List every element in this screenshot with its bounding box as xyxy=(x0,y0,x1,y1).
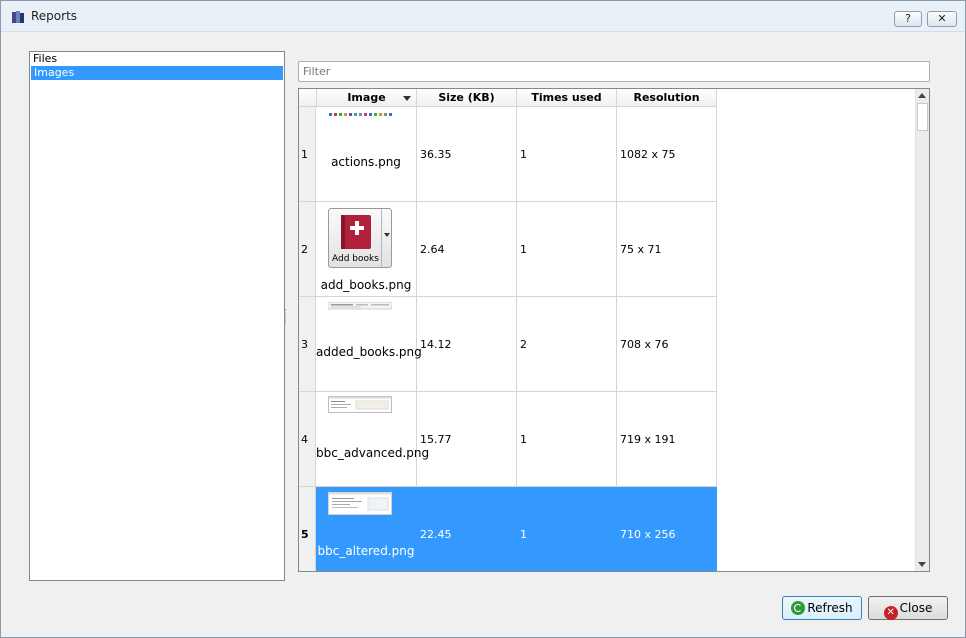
size-cell[interactable]: 22.45 xyxy=(417,487,517,571)
scroll-up-arrow-icon[interactable] xyxy=(918,93,926,98)
report-type-list[interactable]: Files Images xyxy=(29,51,285,581)
row-number[interactable]: 1 xyxy=(299,107,316,202)
resolution-cell[interactable]: 708 x 76 xyxy=(617,297,717,392)
calibre-app-icon xyxy=(12,11,24,23)
close-button-label: Close xyxy=(899,601,933,615)
resolution-cell[interactable]: 719 x 191 xyxy=(617,392,717,487)
times-used-cell[interactable]: 1 xyxy=(517,487,617,571)
image-filename: bbc_advanced.png xyxy=(316,446,430,460)
row-number[interactable]: 3 xyxy=(299,297,316,392)
thumbnail-label: Add books xyxy=(332,254,379,264)
bbc-altered-thumbnail xyxy=(328,492,392,515)
refresh-icon xyxy=(791,601,806,615)
column-header-image[interactable]: Image xyxy=(317,89,417,107)
book-add-icon xyxy=(341,215,371,249)
size-cell[interactable]: 15.77 xyxy=(417,392,517,487)
close-icon: ✕ xyxy=(883,606,898,620)
filter-input[interactable] xyxy=(298,61,930,82)
table-row[interactable]: 2 Add books add_books.png 2.64 1 75 x 71 xyxy=(299,202,717,297)
image-filename: actions.png xyxy=(331,155,401,169)
title-bar: Reports ? ✕ xyxy=(1,1,965,32)
image-cell[interactable]: added_books.png xyxy=(316,297,422,392)
row-number[interactable]: 2 xyxy=(299,202,316,297)
close-button[interactable]: ✕ Close xyxy=(868,596,948,620)
times-used-cell[interactable]: 1 xyxy=(517,392,617,487)
image-filename: bbc_altered.png xyxy=(317,544,415,558)
table-row[interactable]: 4 bbc_advanced.png 15.77 1 719 x 191 xyxy=(299,392,717,487)
scroll-down-arrow-icon[interactable] xyxy=(918,562,926,567)
chevron-down-icon xyxy=(384,233,390,237)
list-item-images[interactable]: Images xyxy=(31,66,283,80)
corner-header[interactable] xyxy=(299,89,317,107)
column-header-resolution[interactable]: Resolution xyxy=(617,89,717,107)
table-row[interactable]: 1 actions.png 36.35 1 1082 x 75 xyxy=(299,107,717,202)
image-cell[interactable]: actions.png xyxy=(316,107,417,202)
image-filename: added_books.png xyxy=(316,345,422,359)
bbc-advanced-thumbnail xyxy=(328,396,392,413)
image-filename: add_books.png xyxy=(320,278,412,292)
scrollbar-thumb[interactable] xyxy=(917,103,928,131)
table-vertical-scrollbar[interactable] xyxy=(915,89,929,571)
resolution-cell[interactable]: 1082 x 75 xyxy=(617,107,717,202)
column-header-size[interactable]: Size (KB) xyxy=(417,89,517,107)
list-item-files[interactable]: Files xyxy=(30,52,284,66)
image-cell[interactable]: bbc_altered.png xyxy=(316,487,417,571)
close-window-button[interactable]: ✕ xyxy=(927,11,957,27)
help-button[interactable]: ? xyxy=(894,11,922,27)
size-cell[interactable]: 36.35 xyxy=(417,107,517,202)
row-number[interactable]: 5 xyxy=(299,487,316,571)
added-books-thumbnail xyxy=(328,302,392,310)
row-number[interactable]: 4 xyxy=(299,392,316,487)
table-row-selected[interactable]: 5 bbc_altered.png 22.45 1 710 x 256 xyxy=(299,487,717,571)
resolution-cell[interactable]: 710 x 256 xyxy=(617,487,717,571)
resolution-cell[interactable]: 75 x 71 xyxy=(617,202,717,297)
splitter-handle[interactable] xyxy=(285,309,289,325)
times-used-cell[interactable]: 1 xyxy=(517,107,617,202)
sort-descending-icon xyxy=(403,96,411,101)
refresh-button-label: Refresh xyxy=(807,601,853,615)
times-used-cell[interactable]: 1 xyxy=(517,202,617,297)
window-title: Reports xyxy=(31,9,78,23)
table-row[interactable]: 3 added_books.png 14.12 2 708 x 76 xyxy=(299,297,717,392)
image-cell[interactable]: Add books add_books.png xyxy=(316,202,417,297)
column-header-times-used[interactable]: Times used xyxy=(517,89,617,107)
reports-dialog: Reports ? ✕ Files Images Image Size (KB)… xyxy=(0,0,966,638)
size-cell[interactable]: 2.64 xyxy=(417,202,517,297)
actions-thumbnail xyxy=(329,113,392,116)
add-books-thumbnail: Add books xyxy=(328,208,392,268)
column-header-image-label: Image xyxy=(347,91,386,104)
size-cell[interactable]: 14.12 xyxy=(417,297,517,392)
times-used-cell[interactable]: 2 xyxy=(517,297,617,392)
image-cell[interactable]: bbc_advanced.png xyxy=(316,392,430,487)
images-table: Image Size (KB) Times used Resolution 1 … xyxy=(298,88,930,572)
refresh-button[interactable]: Refresh xyxy=(782,596,862,620)
